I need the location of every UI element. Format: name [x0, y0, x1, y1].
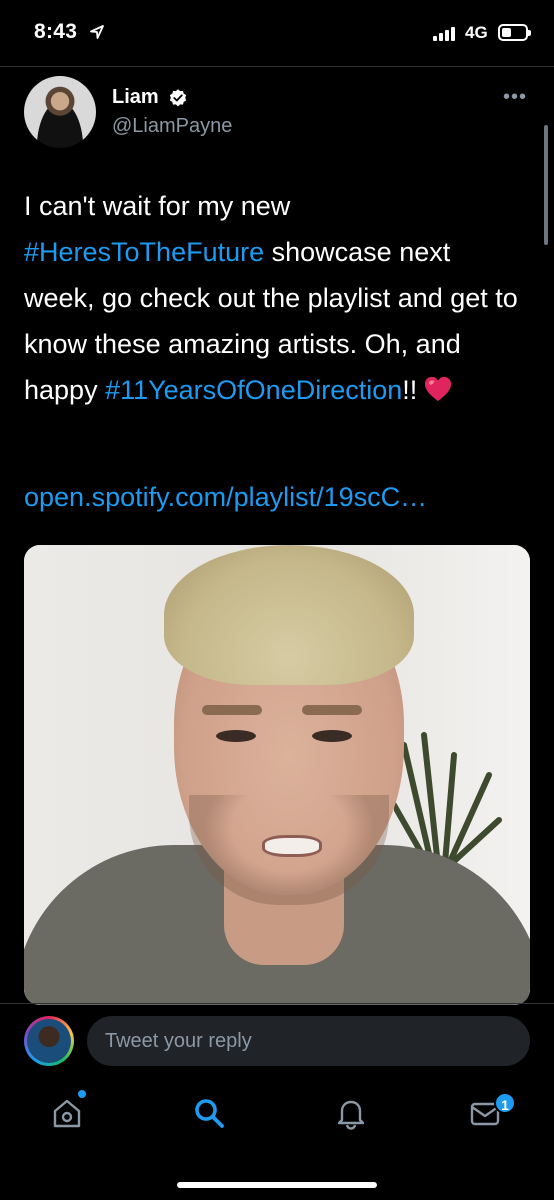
battery-icon [498, 24, 531, 41]
messages-badge: 1 [494, 1092, 516, 1114]
bottom-nav [0, 1080, 554, 1150]
nav-search[interactable] [184, 1080, 234, 1130]
nav-home[interactable] [42, 1080, 92, 1130]
home-icon [53, 1099, 81, 1128]
reply-input[interactable] [87, 1016, 530, 1066]
person-hair [164, 545, 414, 685]
status-time: 8:43 [34, 20, 78, 43]
new-content-dot [78, 1090, 86, 1098]
nav-notifications[interactable] [326, 1080, 376, 1130]
author-name[interactable]: Liam [112, 86, 159, 109]
status-bar: 8:43 4G [0, 0, 554, 66]
network-type: 4G [465, 23, 488, 42]
bell-icon [337, 1100, 365, 1130]
tweet-text: I can't wait for my new #HeresToTheFutur… [24, 183, 524, 413]
more-options-icon[interactable]: ••• [503, 86, 527, 109]
verified-badge-icon [169, 89, 187, 107]
tweet-text-part: I can't wait for my new [24, 191, 291, 221]
search-icon [195, 1099, 224, 1128]
user-avatar[interactable] [24, 1016, 74, 1066]
location-arrow-icon [90, 25, 104, 39]
author-avatar[interactable] [24, 76, 96, 148]
home-indicator[interactable] [177, 1182, 377, 1188]
reply-divider [0, 1003, 554, 1004]
scrollbar[interactable] [544, 125, 548, 245]
author-handle[interactable]: @LiamPayne [112, 115, 232, 138]
signal-icon [433, 27, 457, 41]
header-divider [0, 66, 554, 67]
hashtag-link[interactable]: #11YearsOfOneDirection [105, 375, 402, 405]
hashtag-link[interactable]: #HeresToTheFuture [24, 237, 264, 267]
tweet-video-thumbnail[interactable] [24, 545, 530, 1005]
tweet-link[interactable]: open.spotify.com/playlist/19scC… [24, 474, 427, 520]
tweet-text-part: !! [402, 375, 418, 405]
red-heart-emoji [425, 376, 452, 402]
